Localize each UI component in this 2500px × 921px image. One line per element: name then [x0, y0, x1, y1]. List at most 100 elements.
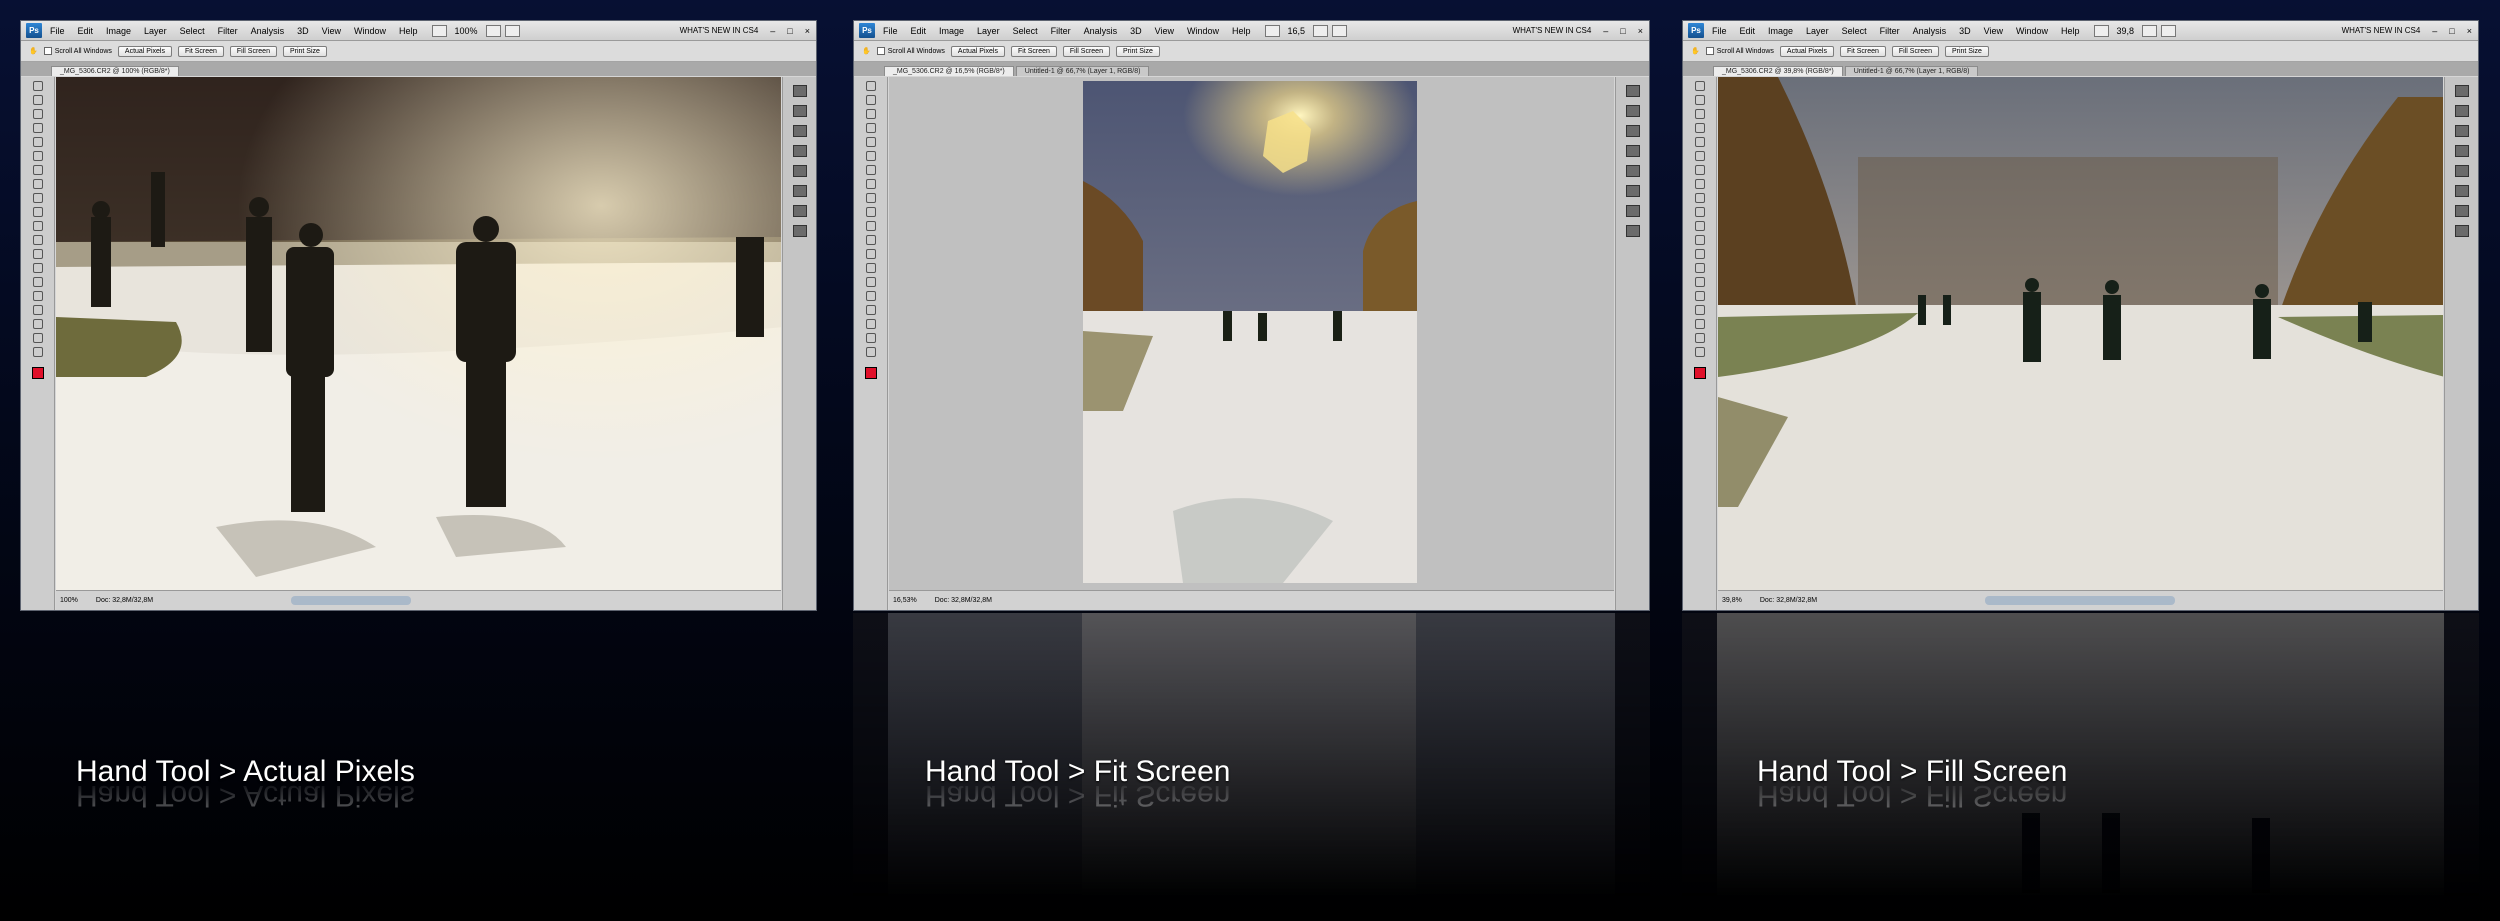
menu-file[interactable]: File: [50, 26, 65, 36]
marquee-tool-icon[interactable]: [1694, 95, 1705, 105]
whats-new-workspace[interactable]: WHAT'S NEW IN CS4: [680, 26, 759, 35]
menu-3d[interactable]: 3D: [1959, 26, 1971, 36]
fill-screen-button[interactable]: Fill Screen: [1891, 45, 1939, 57]
menu-help[interactable]: Help: [1232, 26, 1251, 36]
print-size-button[interactable]: Print Size: [282, 45, 327, 57]
type-tool-icon[interactable]: [32, 277, 43, 287]
menu-filter[interactable]: Filter: [218, 26, 238, 36]
type-tool-icon[interactable]: [865, 277, 876, 287]
channels-panel-icon[interactable]: [792, 105, 807, 117]
paths-panel-icon[interactable]: [792, 125, 807, 137]
document-tab[interactable]: _MG_5306.CR2 @ 16,5% (RGB/8*): [884, 66, 1014, 76]
lasso-tool-icon[interactable]: [865, 109, 876, 119]
path-select-tool-icon[interactable]: [1694, 291, 1705, 301]
actual-pixels-button[interactable]: Actual Pixels: [950, 45, 1005, 57]
channels-panel-icon[interactable]: [2454, 105, 2469, 117]
zoom-tool-icon[interactable]: [32, 347, 43, 357]
menu-layer[interactable]: Layer: [144, 26, 167, 36]
maximize-icon[interactable]: □: [1620, 26, 1625, 36]
history-panel-icon[interactable]: [1625, 145, 1640, 157]
dodge-tool-icon[interactable]: [1694, 249, 1705, 259]
status-zoom[interactable]: 39,8%: [1722, 597, 1742, 604]
fit-screen-button[interactable]: Fit Screen: [177, 45, 224, 57]
lasso-tool-icon[interactable]: [1694, 109, 1705, 119]
history-panel-icon[interactable]: [2454, 145, 2469, 157]
3d-rotate-tool-icon[interactable]: [865, 319, 876, 329]
brush-tool-icon[interactable]: [865, 179, 876, 189]
hand-tool-icon[interactable]: [485, 24, 501, 37]
eyedropper-tool-icon[interactable]: [1694, 151, 1705, 161]
history-brush-icon[interactable]: [1694, 207, 1705, 217]
zoom-tool-icon[interactable]: [865, 347, 876, 357]
launch-bridge-icon[interactable]: [431, 24, 447, 37]
actual-pixels-button[interactable]: Actual Pixels: [117, 45, 172, 57]
quick-select-tool-icon[interactable]: [865, 123, 876, 133]
shape-tool-icon[interactable]: [1694, 305, 1705, 315]
doc-info[interactable]: Doc: 32,8M/32,8M: [935, 597, 992, 604]
move-tool-icon[interactable]: [865, 81, 876, 91]
hand-tool-icon[interactable]: [32, 333, 43, 343]
paths-panel-icon[interactable]: [2454, 125, 2469, 137]
menu-3d[interactable]: 3D: [1130, 26, 1142, 36]
dodge-tool-icon[interactable]: [865, 249, 876, 259]
pen-tool-icon[interactable]: [32, 263, 43, 273]
styles-panel-icon[interactable]: [1625, 225, 1640, 237]
3d-rotate-tool-icon[interactable]: [32, 319, 43, 329]
whats-new-workspace[interactable]: WHAT'S NEW IN CS4: [1513, 26, 1592, 35]
shape-tool-icon[interactable]: [32, 305, 43, 315]
menu-edit[interactable]: Edit: [911, 26, 927, 36]
menu-view[interactable]: View: [1984, 26, 2003, 36]
menu-edit[interactable]: Edit: [78, 26, 94, 36]
menu-select[interactable]: Select: [180, 26, 205, 36]
zoom-tool-icon[interactable]: [2161, 24, 2177, 37]
menu-layer[interactable]: Layer: [1806, 26, 1829, 36]
maximize-icon[interactable]: □: [2449, 26, 2454, 36]
move-tool-icon[interactable]: [1694, 81, 1705, 91]
eyedropper-tool-icon[interactable]: [865, 151, 876, 161]
document-tab[interactable]: _MG_5306.CR2 @ 100% (RGB/8*): [51, 66, 179, 76]
lasso-tool-icon[interactable]: [32, 109, 43, 119]
fit-screen-button[interactable]: Fit Screen: [1010, 45, 1057, 57]
actual-pixels-button[interactable]: Actual Pixels: [1779, 45, 1834, 57]
menu-analysis[interactable]: Analysis: [251, 26, 285, 36]
doc-info[interactable]: Doc: 32,8M/32,8M: [1760, 597, 1817, 604]
paths-panel-icon[interactable]: [1625, 125, 1640, 137]
healing-tool-icon[interactable]: [32, 165, 43, 175]
eraser-tool-icon[interactable]: [32, 221, 43, 231]
menu-filter[interactable]: Filter: [1880, 26, 1900, 36]
eraser-tool-icon[interactable]: [1694, 221, 1705, 231]
minimize-icon[interactable]: –: [1603, 26, 1608, 36]
close-icon[interactable]: ×: [1638, 26, 1643, 36]
document-tab[interactable]: Untitled-1 @ 66,7% (Layer 1, RGB/8): [1844, 66, 1979, 76]
menu-3d[interactable]: 3D: [297, 26, 309, 36]
zoom-tool-icon[interactable]: [1332, 24, 1348, 37]
masks-panel-icon[interactable]: [2454, 205, 2469, 217]
gradient-tool-icon[interactable]: [865, 235, 876, 245]
actions-panel-icon[interactable]: [1625, 165, 1640, 177]
history-brush-icon[interactable]: [32, 207, 43, 217]
maximize-icon[interactable]: □: [787, 26, 792, 36]
menu-window[interactable]: Window: [2016, 26, 2048, 36]
marquee-tool-icon[interactable]: [32, 95, 43, 105]
launch-bridge-icon[interactable]: [2093, 24, 2109, 37]
menu-filter[interactable]: Filter: [1051, 26, 1071, 36]
menu-image[interactable]: Image: [1768, 26, 1793, 36]
menu-select[interactable]: Select: [1013, 26, 1038, 36]
hand-tool-icon[interactable]: [865, 333, 876, 343]
foreground-color-swatch[interactable]: [864, 367, 877, 379]
marquee-tool-icon[interactable]: [865, 95, 876, 105]
scroll-all-windows-checkbox[interactable]: [1705, 47, 1714, 55]
menu-analysis[interactable]: Analysis: [1084, 26, 1118, 36]
photoshop-logo[interactable]: Ps: [1688, 23, 1704, 38]
layers-panel-icon[interactable]: [2454, 85, 2469, 97]
menu-help[interactable]: Help: [2061, 26, 2080, 36]
history-panel-icon[interactable]: [792, 145, 807, 157]
adjustments-panel-icon[interactable]: [792, 185, 807, 197]
document-canvas[interactable]: [889, 77, 1614, 592]
whats-new-workspace[interactable]: WHAT'S NEW IN CS4: [2342, 26, 2421, 35]
photoshop-logo[interactable]: Ps: [859, 23, 875, 38]
photoshop-logo[interactable]: Ps: [26, 23, 42, 38]
quick-select-tool-icon[interactable]: [32, 123, 43, 133]
launch-bridge-icon[interactable]: [1264, 24, 1280, 37]
stamp-tool-icon[interactable]: [32, 193, 43, 203]
